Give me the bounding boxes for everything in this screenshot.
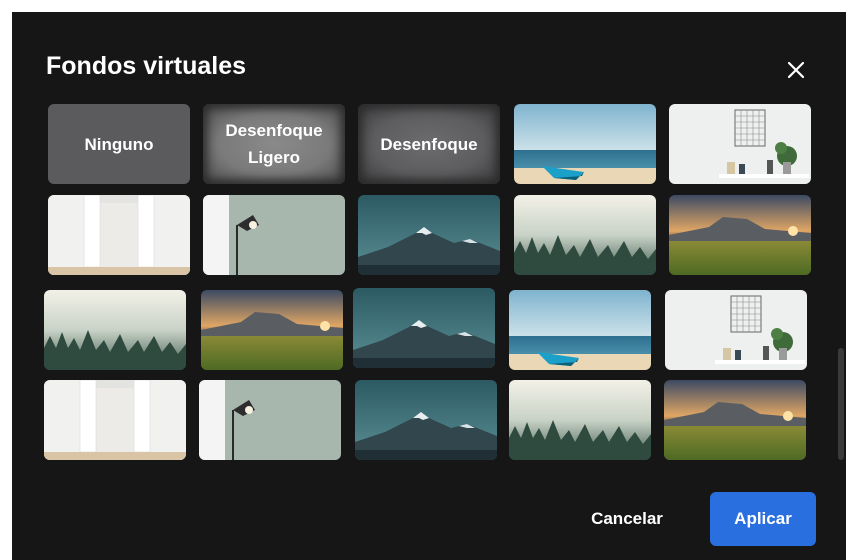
option-blur-label: Desenfoque: [380, 134, 478, 154]
option-none-label: Ninguno: [84, 134, 154, 154]
background-beach-boat[interactable]: [514, 104, 656, 184]
option-blur-light[interactable]: Desenfoque Ligero: [203, 104, 345, 184]
background-meadow-sunset[interactable]: [669, 195, 811, 275]
cancel-button[interactable]: Cancelar: [582, 492, 672, 546]
dialog-title: Fondos virtuales: [46, 52, 247, 80]
background-meadow-sunset[interactable]: [664, 380, 806, 460]
option-blur-light-line1: Desenfoque: [225, 121, 323, 140]
background-mountains[interactable]: [355, 380, 497, 460]
background-foggy-forest[interactable]: [44, 290, 186, 370]
background-mountains[interactable]: [353, 288, 495, 368]
background-lamp-wall[interactable]: [203, 195, 345, 275]
background-shelf-room[interactable]: [669, 104, 811, 184]
option-none[interactable]: Ninguno: [48, 104, 190, 184]
background-shelf-room[interactable]: [665, 290, 807, 370]
background-white-doors[interactable]: [48, 195, 190, 275]
background-foggy-forest[interactable]: [514, 195, 656, 275]
virtual-backgrounds-dialog: Fondos virtuales Ninguno Desenfoque Lige…: [12, 12, 846, 560]
apply-button[interactable]: Aplicar: [710, 492, 816, 546]
background-white-doors[interactable]: [44, 380, 186, 460]
background-foggy-forest[interactable]: [509, 380, 651, 460]
option-blur-light-label: Desenfoque Ligero: [225, 117, 322, 171]
background-meadow-sunset[interactable]: [201, 290, 343, 370]
scrollbar[interactable]: [838, 348, 844, 460]
option-blur-light-line2: Ligero: [248, 148, 300, 167]
close-icon[interactable]: [782, 56, 810, 84]
background-beach-boat[interactable]: [509, 290, 651, 370]
option-blur[interactable]: Desenfoque: [358, 104, 500, 184]
background-lamp-wall[interactable]: [199, 380, 341, 460]
background-mountains[interactable]: [358, 195, 500, 275]
